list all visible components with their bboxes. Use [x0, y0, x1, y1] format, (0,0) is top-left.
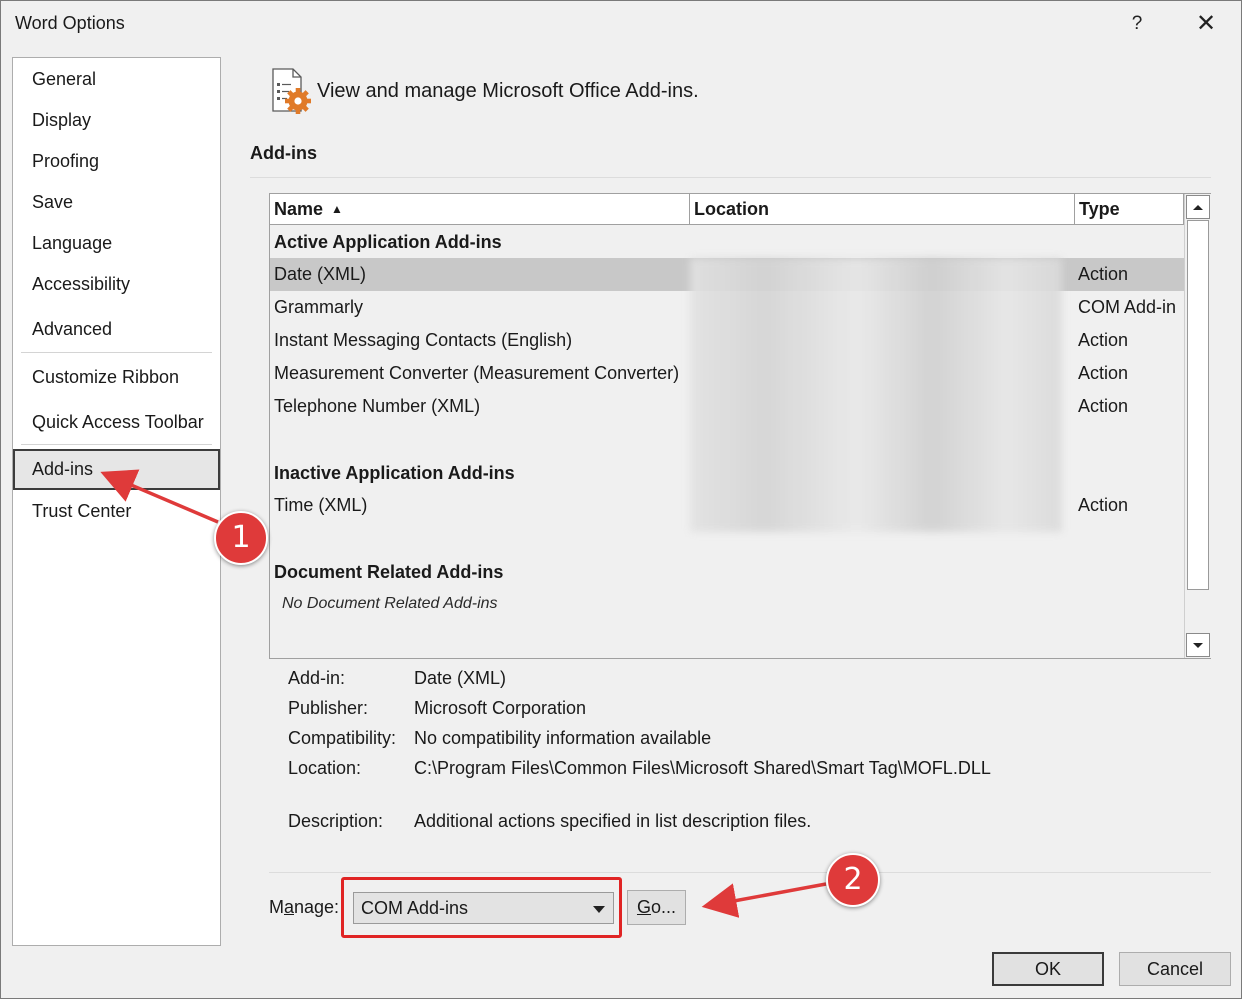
addin-type: Action: [1078, 495, 1129, 515]
options-sidebar: General Display Proofing Save Language A…: [12, 57, 221, 946]
manage-select-value: COM Add-ins: [361, 898, 469, 918]
section-title: Add-ins: [250, 143, 317, 163]
column-header-name[interactable]: Name ▲: [270, 194, 690, 225]
addin-name: Time (XML): [274, 495, 368, 515]
addin-name: Telephone Number (XML): [274, 396, 481, 416]
sidebar-item-add-ins[interactable]: Add-ins: [13, 449, 220, 490]
sidebar-divider: [21, 444, 212, 445]
word-options-dialog: Word Options ? ✕ General Display Proofin…: [0, 0, 1242, 999]
cancel-button[interactable]: Cancel: [1119, 952, 1231, 986]
addin-type: Action: [1078, 264, 1129, 284]
addin-name: Instant Messaging Contacts (English): [274, 330, 573, 350]
close-button[interactable]: ✕: [1191, 9, 1221, 39]
detail-addin-label: Add-in:: [288, 668, 346, 688]
go-button[interactable]: Go...: [627, 890, 686, 925]
sidebar-divider: [21, 352, 212, 353]
sidebar-item-save[interactable]: Save: [13, 183, 220, 221]
manage-label: Manage:: [269, 897, 340, 917]
column-header-name-label: Name: [274, 199, 324, 219]
column-header-type[interactable]: Type: [1075, 194, 1184, 225]
annotation-badge-1: 1: [214, 511, 268, 565]
detail-compatibility-value: No compatibility information available: [414, 728, 712, 748]
sidebar-item-display[interactable]: Display: [13, 101, 220, 139]
detail-addin-value: Date (XML): [414, 668, 507, 688]
blurred-location-column: [690, 258, 1062, 532]
addin-name: Grammarly: [274, 297, 363, 317]
list-scrollbar[interactable]: [1184, 194, 1211, 658]
section-divider: [250, 177, 1211, 178]
sort-ascending-icon: ▲: [331, 202, 343, 216]
scroll-up-button[interactable]: [1186, 195, 1210, 219]
detail-publisher-label: Publisher:: [288, 698, 369, 718]
sidebar-item-language[interactable]: Language: [13, 224, 220, 262]
column-header-location[interactable]: Location: [690, 194, 1075, 225]
addin-name: Date (XML): [274, 264, 367, 284]
addin-name: Measurement Converter (Measurement Conve…: [274, 363, 680, 383]
title-bar: Word Options ? ✕: [1, 1, 1241, 47]
addins-list[interactable]: Name ▲ Location Type Active Application …: [269, 193, 1211, 659]
empty-group-note: No Document Related Add-ins: [282, 595, 498, 612]
sidebar-item-proofing[interactable]: Proofing: [13, 142, 220, 180]
addin-type: Action: [1078, 363, 1129, 383]
scroll-thumb[interactable]: [1187, 220, 1209, 590]
group-document-addins: Document Related Add-ins: [274, 562, 504, 582]
chevron-down-icon: [1193, 643, 1203, 648]
group-inactive-addins: Inactive Application Add-ins: [274, 463, 515, 483]
addin-type: COM Add-in: [1078, 297, 1177, 317]
sidebar-item-customize-ribbon[interactable]: Customize Ribbon: [13, 358, 220, 396]
detail-publisher-value: Microsoft Corporation: [414, 698, 587, 718]
detail-description-label: Description:: [288, 811, 384, 831]
ok-button[interactable]: OK: [992, 952, 1104, 986]
sidebar-item-trust-center[interactable]: Trust Center: [13, 492, 220, 530]
sidebar-item-advanced[interactable]: Advanced: [13, 310, 220, 348]
group-active-addins: Active Application Add-ins: [274, 232, 502, 252]
scroll-down-button[interactable]: [1186, 633, 1210, 657]
dialog-title: Word Options: [15, 13, 125, 33]
detail-description-value: Additional actions specified in list des…: [414, 811, 812, 831]
dropdown-caret-icon: [593, 906, 605, 913]
manage-select[interactable]: COM Add-ins: [353, 892, 614, 924]
detail-location-value: C:\Program Files\Common Files\Microsoft …: [414, 758, 991, 778]
detail-compatibility-label: Compatibility:: [288, 728, 397, 748]
help-button[interactable]: ?: [1122, 9, 1152, 39]
chevron-up-icon: [1193, 205, 1203, 210]
addin-type: Action: [1078, 330, 1129, 350]
page-description: View and manage Microsoft Office Add-ins…: [317, 80, 699, 102]
sidebar-item-general[interactable]: General: [13, 60, 220, 98]
sidebar-item-accessibility[interactable]: Accessibility: [13, 265, 220, 303]
manage-divider: [269, 872, 1211, 873]
annotation-badge-2: 2: [826, 853, 880, 907]
detail-location-label: Location:: [288, 758, 362, 778]
addins-document-gear-icon: [272, 68, 311, 114]
sidebar-item-quick-access-toolbar[interactable]: Quick Access Toolbar: [13, 403, 220, 441]
addin-type: Action: [1078, 396, 1129, 416]
